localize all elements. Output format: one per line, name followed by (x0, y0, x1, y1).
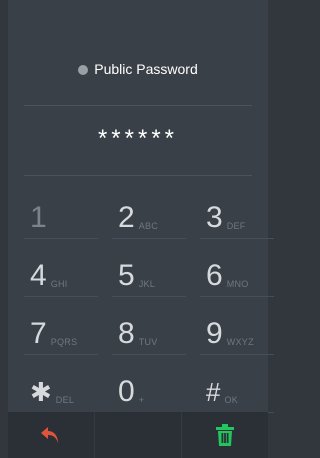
keypad: 1 2 ABC 3 DEF 4 GHI 5 JKL 6 MNO 7 PQRS 8 TUV 9W… (24, 190, 274, 422)
key-delete[interactable]: ✱ DEL (24, 364, 98, 413)
key-1[interactable]: 1 (24, 190, 98, 239)
key-letters: ABC (138, 221, 159, 231)
lock-screen: Public Password ****** 1 2 ABC 3 DEF 4 GHI … (8, 0, 274, 458)
key-3[interactable]: 3 DEF (200, 190, 274, 239)
key-digit: # (206, 377, 221, 407)
key-digit: 8 (118, 317, 135, 350)
key-digit: 9 (206, 317, 223, 350)
key-digit: 1 (30, 201, 47, 234)
header: Public Password (8, 0, 268, 105)
key-letters: JKL (138, 279, 156, 289)
key-digit: 6 (206, 259, 223, 292)
asterisk-icon: ✱ (30, 377, 52, 407)
key-letters: OK (224, 395, 239, 405)
key-digit: 3 (206, 201, 223, 234)
password-entry: ****** (97, 125, 179, 152)
key-digit: 2 (118, 201, 135, 234)
key-digit: 0 (118, 375, 135, 408)
keypad-row: 4 GHI 5 JKL 6 MNO (24, 248, 274, 306)
key-digit: 4 (30, 259, 47, 292)
key-digit: 5 (118, 259, 135, 292)
keypad-row: 1 2 ABC 3 DEF (24, 190, 274, 248)
divider (24, 105, 252, 106)
undo-arrow-icon (41, 427, 58, 443)
key-letters: DEL (55, 395, 75, 405)
key-8[interactable]: 8 TUV (112, 306, 186, 355)
key-4[interactable]: 4 GHI (24, 248, 98, 297)
divider (24, 175, 252, 176)
key-9[interactable]: 9 WXYZ (200, 306, 274, 355)
bottom-bar (8, 412, 268, 458)
key-0[interactable]: 0 + (112, 364, 186, 413)
key-letters: + (138, 395, 145, 405)
key-7[interactable]: 7 PQRS (24, 306, 98, 355)
key-6[interactable]: 6 MNO (200, 248, 274, 297)
trash-icon (216, 424, 234, 446)
key-letters: PQRS (50, 337, 78, 347)
key-ok[interactable]: # OK (200, 364, 274, 413)
password-label-text: Public Password (94, 61, 198, 77)
key-5[interactable]: 5 JKL (112, 248, 186, 297)
key-digit: 7 (30, 317, 47, 350)
keypad-row: 7 PQRS 8 TUV 9 WXYZ (24, 306, 274, 364)
status-dot-icon (78, 65, 89, 75)
delete-button[interactable] (182, 412, 268, 458)
key-letters: DEF (226, 221, 246, 231)
key-letters: WXYZ (226, 337, 254, 347)
key-2[interactable]: 2 ABC (112, 190, 186, 239)
back-button[interactable] (8, 412, 95, 458)
key-letters: GHI (50, 279, 68, 289)
empty-slot (95, 412, 182, 458)
key-letters: MNO (226, 279, 249, 289)
key-letters: TUV (138, 337, 158, 347)
password-label: Public Password (8, 61, 268, 77)
